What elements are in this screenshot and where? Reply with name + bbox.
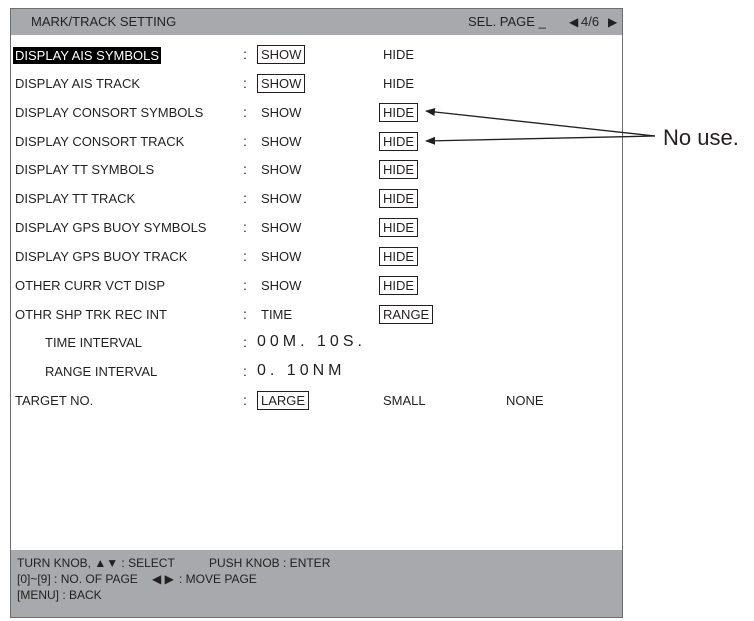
annotation-arrows: [425, 108, 656, 145]
annotation-label: No use.: [663, 125, 739, 150]
annotation-arrow-line: [425, 135, 656, 145]
annotation-arrow-line: [425, 108, 656, 137]
